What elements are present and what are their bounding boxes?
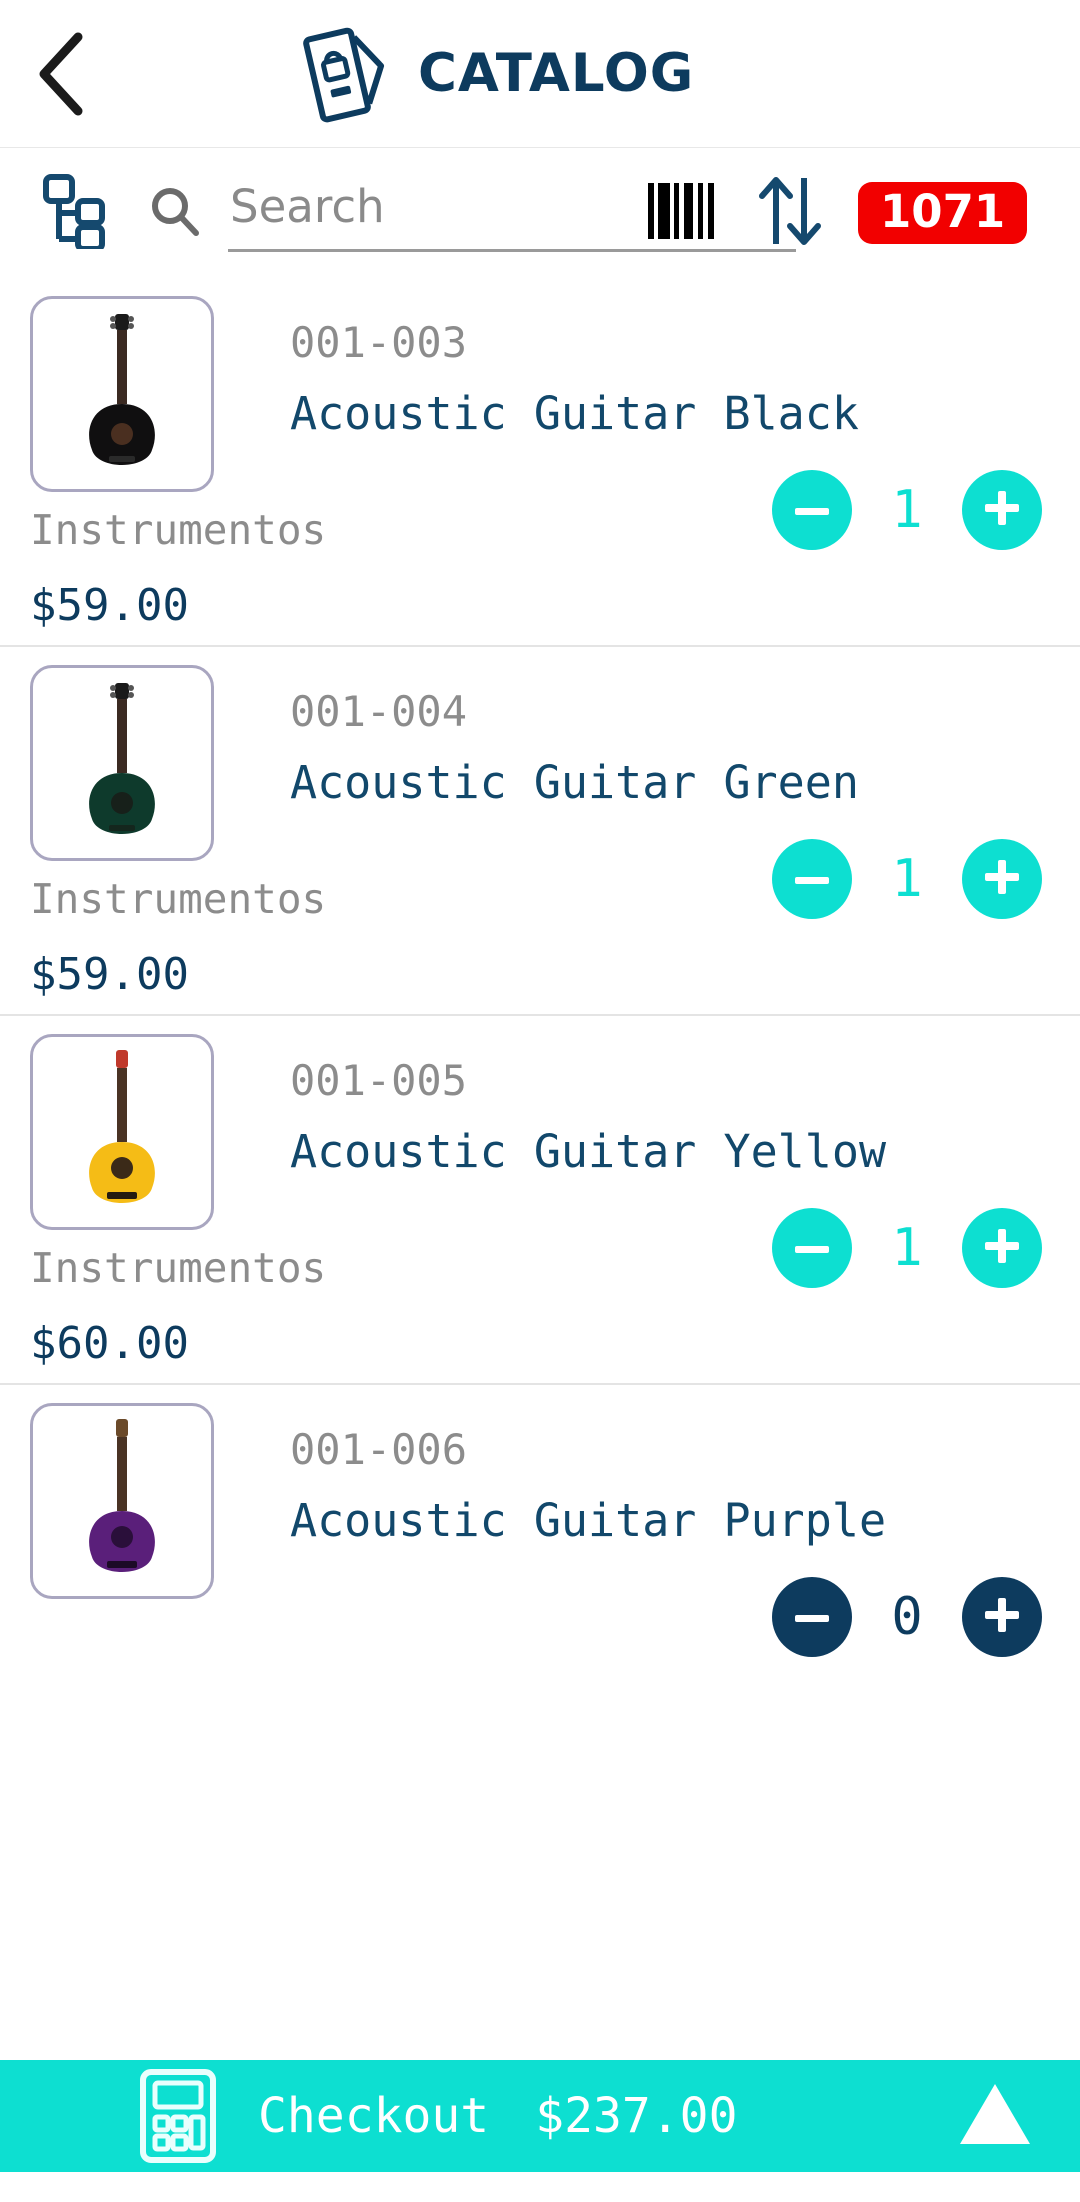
calculator-icon <box>140 2069 216 2163</box>
decrease-quantity-button[interactable] <box>772 1208 852 1288</box>
quantity-stepper: 0 <box>290 1577 1050 1657</box>
decrease-quantity-button[interactable] <box>772 839 852 919</box>
quantity-value: 1 <box>891 849 923 909</box>
table-row[interactable]: Instrumentos $60.00 001-005 Acoustic Gui… <box>0 1016 1080 1385</box>
hierarchy-tree-icon <box>38 173 110 253</box>
product-sku: 001-003 <box>290 318 468 367</box>
product-left-column: Instrumentos $59.00 <box>30 296 327 631</box>
plus-icon <box>985 1598 1019 1636</box>
app-header: CATALOG <box>0 0 1080 148</box>
product-thumbnail[interactable] <box>30 296 214 492</box>
expand-cart-button[interactable] <box>956 2078 1034 2154</box>
product-price: $60.00 <box>30 1318 189 1369</box>
quantity-stepper: 1 <box>290 470 1050 550</box>
guitar-image <box>89 683 155 834</box>
chevron-left-icon <box>32 31 88 117</box>
tag-lock-icon <box>300 24 392 124</box>
barcode-icon <box>646 183 722 243</box>
catalog-screen: CATALOG Search 1071 Instrumentos $59.00 … <box>0 0 1080 2202</box>
minus-icon <box>795 870 829 889</box>
quantity-stepper: 1 <box>290 1208 1050 1288</box>
barcode-button[interactable] <box>646 183 722 243</box>
decrease-quantity-button[interactable] <box>772 470 852 550</box>
product-right-column: 001-005 Acoustic Guitar Yellow 1 <box>260 1034 1050 1288</box>
product-list: Instrumentos $59.00 001-003 Acoustic Gui… <box>0 278 1080 1671</box>
search-icon <box>148 184 202 242</box>
product-left-column <box>30 1403 260 1625</box>
plus-icon <box>985 860 1019 898</box>
checkout-label: Checkout <box>258 2088 490 2144</box>
sort-button[interactable] <box>756 174 824 252</box>
quantity-stepper: 1 <box>290 839 1050 919</box>
quantity-value: 1 <box>891 480 923 540</box>
page-title: CATALOG <box>418 43 695 104</box>
plus-icon <box>985 1229 1019 1267</box>
plus-icon <box>985 491 1019 529</box>
increase-quantity-button[interactable] <box>962 839 1042 919</box>
product-price: $59.00 <box>30 580 189 631</box>
checkout-bar[interactable]: Checkout $237.00 <box>0 2060 1080 2172</box>
increase-quantity-button[interactable] <box>962 470 1042 550</box>
product-sku: 001-004 <box>290 687 468 736</box>
table-row[interactable]: Instrumentos $59.00 001-004 Acoustic Gui… <box>0 647 1080 1016</box>
product-thumbnail[interactable] <box>30 1403 214 1599</box>
product-right-column: 001-004 Acoustic Guitar Green 1 <box>260 665 1050 919</box>
back-button[interactable] <box>0 0 120 148</box>
table-row[interactable]: Instrumentos $59.00 001-003 Acoustic Gui… <box>0 278 1080 647</box>
minus-icon <box>795 1608 829 1627</box>
product-name: Acoustic Guitar Green <box>290 756 859 809</box>
product-right-column: 001-003 Acoustic Guitar Black 1 <box>260 296 1050 550</box>
decrease-quantity-button[interactable] <box>772 1577 852 1657</box>
hierarchy-tree-button[interactable] <box>28 167 120 259</box>
product-price: $59.00 <box>30 949 189 1000</box>
table-row[interactable]: 001-006 Acoustic Guitar Purple 0 <box>0 1385 1080 1671</box>
minus-icon <box>795 501 829 520</box>
quantity-value: 1 <box>891 1218 923 1278</box>
sort-arrows-icon <box>756 174 824 252</box>
increase-quantity-button[interactable] <box>962 1577 1042 1657</box>
search-container <box>148 174 796 252</box>
product-name: Acoustic Guitar Purple <box>290 1494 887 1547</box>
item-count-badge[interactable]: 1071 <box>858 181 1028 245</box>
product-sku: 001-005 <box>290 1056 468 1105</box>
checkout-total: $237.00 <box>535 2088 738 2144</box>
product-sku: 001-006 <box>290 1425 468 1474</box>
guitar-image <box>89 1050 155 1203</box>
product-category: Instrumentos <box>30 506 327 554</box>
guitar-image <box>89 1419 155 1572</box>
product-category: Instrumentos <box>30 875 327 923</box>
quantity-value: 0 <box>891 1587 923 1647</box>
product-name: Acoustic Guitar Black <box>290 387 859 440</box>
toolbar-actions: 1071 <box>646 174 1028 252</box>
product-name: Acoustic Guitar Yellow <box>290 1125 887 1178</box>
catalog-toolbar: 1071 <box>0 148 1080 278</box>
increase-quantity-button[interactable] <box>962 1208 1042 1288</box>
header-title-group: CATALOG <box>300 24 694 124</box>
product-right-column: 001-006 Acoustic Guitar Purple 0 <box>260 1403 1050 1657</box>
product-thumbnail[interactable] <box>30 1034 214 1230</box>
guitar-image <box>89 314 155 465</box>
product-thumbnail[interactable] <box>30 665 214 861</box>
bottom-spacer <box>0 2172 1080 2202</box>
product-category: Instrumentos <box>30 1244 327 1292</box>
minus-icon <box>795 1239 829 1258</box>
product-left-column: Instrumentos $60.00 <box>30 1034 327 1369</box>
product-left-column: Instrumentos $59.00 <box>30 665 327 1000</box>
triangle-up-icon <box>956 2078 1034 2154</box>
